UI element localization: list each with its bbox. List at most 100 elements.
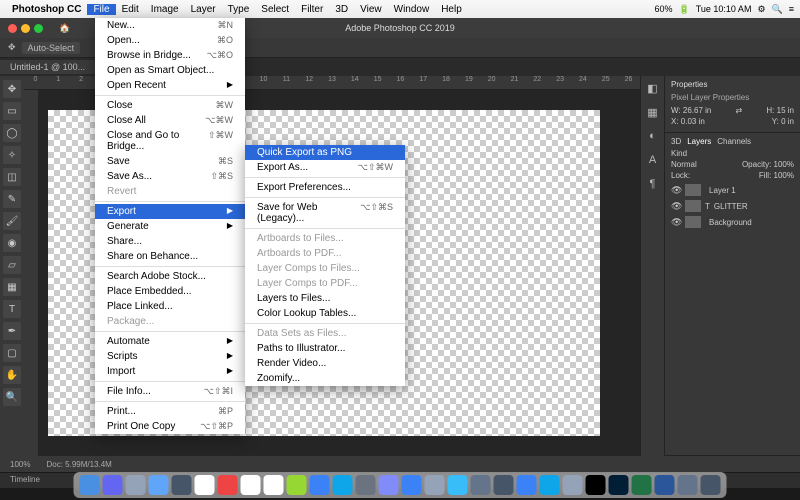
file-menu-place-linked-[interactable]: Place Linked... <box>95 299 245 314</box>
menu-3d[interactable]: 3D <box>329 4 354 15</box>
zoom-level[interactable]: 100% <box>10 460 30 469</box>
auto-select-toggle[interactable]: Auto-Select <box>22 42 81 54</box>
file-menu-save-as-[interactable]: Save As...⇧⌘S <box>95 169 245 184</box>
menu-file[interactable]: File <box>87 4 115 15</box>
menu-help[interactable]: Help <box>435 4 468 15</box>
dock-app-icon[interactable] <box>402 475 422 495</box>
file-menu-scripts[interactable]: Scripts▶ <box>95 349 245 364</box>
layers-tab-layers[interactable]: Layers <box>687 137 711 146</box>
dock-app-icon[interactable] <box>609 475 629 495</box>
menu-view[interactable]: View <box>354 4 388 15</box>
export-menu-save-for-web-legacy-[interactable]: Save for Web (Legacy)...⌥⇧⌘S <box>245 200 405 226</box>
dock-app-icon[interactable] <box>701 475 721 495</box>
file-menu-file-info-[interactable]: File Info...⌥⇧⌘I <box>95 384 245 399</box>
brush-tool[interactable]: 🖌 <box>3 212 21 230</box>
dock-app-icon[interactable] <box>517 475 537 495</box>
dock-app-icon[interactable] <box>425 475 445 495</box>
dock-app-icon[interactable] <box>264 475 284 495</box>
export-menu-export-preferences-[interactable]: Export Preferences... <box>245 180 405 195</box>
lasso-tool[interactable]: ◯ <box>3 124 21 142</box>
menu-image[interactable]: Image <box>145 4 185 15</box>
file-menu-print-[interactable]: Print...⌘P <box>95 404 245 419</box>
menu-type[interactable]: Type <box>222 4 256 15</box>
dock-app-icon[interactable] <box>540 475 560 495</box>
file-menu-search-adobe-stock-[interactable]: Search Adobe Stock... <box>95 269 245 284</box>
file-menu-share-on-behance-[interactable]: Share on Behance... <box>95 249 245 264</box>
file-menu-browse-in-bridge-[interactable]: Browse in Bridge...⌥⌘O <box>95 48 245 63</box>
gradient-tool[interactable]: ▦ <box>3 278 21 296</box>
eyedropper-tool[interactable]: ✎ <box>3 190 21 208</box>
visibility-icon[interactable]: 👁 <box>671 217 681 228</box>
file-menu-save[interactable]: Save⌘S <box>95 154 245 169</box>
dock-app-icon[interactable] <box>172 475 192 495</box>
character-panel-icon[interactable]: A <box>645 154 661 170</box>
export-menu-color-lookup-tables-[interactable]: Color Lookup Tables... <box>245 306 405 321</box>
file-menu-export[interactable]: Export▶ <box>95 204 245 219</box>
document-tab[interactable]: Untitled-1 @ 100... <box>0 60 95 74</box>
marquee-tool[interactable]: ▭ <box>3 102 21 120</box>
dock-app-icon[interactable] <box>195 475 215 495</box>
menu-layer[interactable]: Layer <box>185 4 222 15</box>
crop-tool[interactable]: ◫ <box>3 168 21 186</box>
file-menu-new-[interactable]: New...⌘N <box>95 18 245 33</box>
minimize-window-icon[interactable] <box>21 24 30 33</box>
file-menu-close-and-go-to-bridge-[interactable]: Close and Go to Bridge...⇧⌘W <box>95 128 245 154</box>
dock-app-icon[interactable] <box>333 475 353 495</box>
file-menu-open-[interactable]: Open...⌘O <box>95 33 245 48</box>
layers-tab-channels[interactable]: Channels <box>717 137 751 146</box>
home-icon[interactable]: 🏠 <box>59 23 70 34</box>
menu-filter[interactable]: Filter <box>295 4 329 15</box>
dock-app-icon[interactable] <box>448 475 468 495</box>
file-menu-print-one-copy[interactable]: Print One Copy⌥⇧⌘P <box>95 419 245 434</box>
export-menu-layers-to-files-[interactable]: Layers to Files... <box>245 291 405 306</box>
file-menu-close-all[interactable]: Close All⌥⌘W <box>95 113 245 128</box>
file-menu-automate[interactable]: Automate▶ <box>95 334 245 349</box>
export-menu-paths-to-illustrator-[interactable]: Paths to Illustrator... <box>245 341 405 356</box>
export-menu-render-video-[interactable]: Render Video... <box>245 356 405 371</box>
file-menu-close[interactable]: Close⌘W <box>95 98 245 113</box>
dock-app-icon[interactable] <box>241 475 261 495</box>
dock-app-icon[interactable] <box>287 475 307 495</box>
visibility-icon[interactable]: 👁 <box>671 201 681 212</box>
dock-app-icon[interactable] <box>563 475 583 495</box>
export-menu-zoomify-[interactable]: Zoomify... <box>245 371 405 386</box>
close-window-icon[interactable] <box>8 24 17 33</box>
visibility-icon[interactable]: 👁 <box>671 185 681 196</box>
move-tool[interactable]: ✥ <box>3 80 21 98</box>
menu-window[interactable]: Window <box>388 4 436 15</box>
swatches-panel-icon[interactable]: ▦ <box>645 106 661 122</box>
export-menu-export-as-[interactable]: Export As...⌥⇧⌘W <box>245 160 405 175</box>
type-tool[interactable]: T <box>3 300 21 318</box>
wand-tool[interactable]: ✧ <box>3 146 21 164</box>
move-tool-icon[interactable]: ✥ <box>8 42 16 53</box>
layer-row[interactable]: 👁Background <box>671 214 794 230</box>
file-menu-open-recent[interactable]: Open Recent▶ <box>95 78 245 93</box>
hand-tool[interactable]: ✋ <box>3 366 21 384</box>
dock-app-icon[interactable] <box>80 475 100 495</box>
adjustments-panel-icon[interactable]: ◐ <box>645 130 661 146</box>
file-menu-import[interactable]: Import▶ <box>95 364 245 379</box>
menu-edit[interactable]: Edit <box>116 4 145 15</box>
dock-app-icon[interactable] <box>218 475 238 495</box>
menu-select[interactable]: Select <box>255 4 295 15</box>
dock-app-icon[interactable] <box>310 475 330 495</box>
dock-app-icon[interactable] <box>149 475 169 495</box>
zoom-tool[interactable]: 🔍 <box>3 388 21 406</box>
stamp-tool[interactable]: ◉ <box>3 234 21 252</box>
dock-app-icon[interactable] <box>126 475 146 495</box>
file-menu-place-embedded-[interactable]: Place Embedded... <box>95 284 245 299</box>
file-menu-open-as-smart-object-[interactable]: Open as Smart Object... <box>95 63 245 78</box>
dock-app-icon[interactable] <box>494 475 514 495</box>
dock-app-icon[interactable] <box>356 475 376 495</box>
dock-app-icon[interactable] <box>655 475 675 495</box>
file-menu-generate[interactable]: Generate▶ <box>95 219 245 234</box>
pen-tool[interactable]: ✒ <box>3 322 21 340</box>
export-menu-quick-export-as-png[interactable]: Quick Export as PNG <box>245 145 405 160</box>
dock-app-icon[interactable] <box>678 475 698 495</box>
color-panel-icon[interactable]: ◧ <box>645 82 661 98</box>
dock-app-icon[interactable] <box>632 475 652 495</box>
dock-app-icon[interactable] <box>471 475 491 495</box>
layer-row[interactable]: 👁Layer 1 <box>671 182 794 198</box>
eraser-tool[interactable]: ▱ <box>3 256 21 274</box>
layers-tab-3d[interactable]: 3D <box>671 137 681 146</box>
